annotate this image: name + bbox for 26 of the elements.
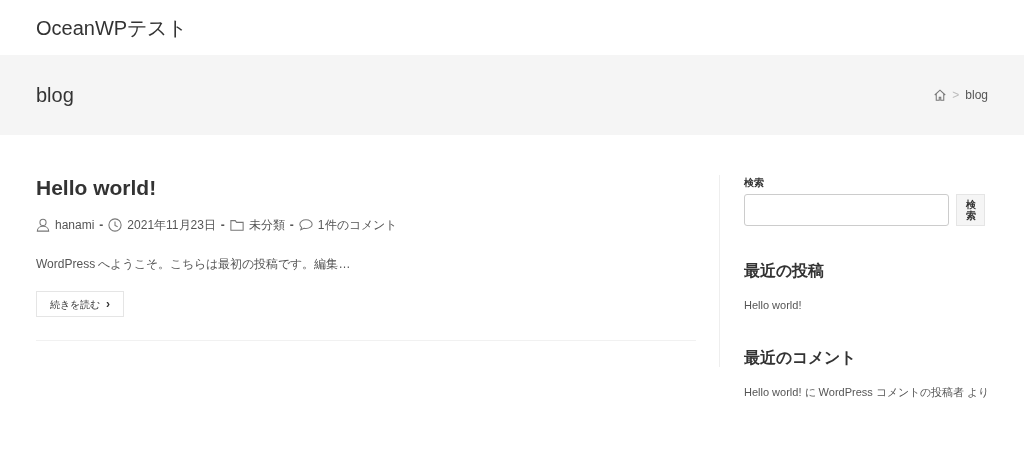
post-excerpt: WordPress へようこそ。こちらは最初の投稿です。編集…: [36, 256, 352, 273]
clock-icon: [108, 218, 123, 232]
search-button[interactable]: 検索: [956, 194, 985, 226]
speech-bubble-icon: [298, 218, 313, 232]
search-field[interactable]: [744, 194, 949, 226]
meta-text[interactable]: hanami: [55, 216, 95, 234]
user-icon: [36, 218, 50, 232]
search-label: 検索: [744, 176, 765, 190]
meta-separator: -: [99, 217, 104, 234]
recent-comment: Hello world! に WordPress コメントの投稿者 より: [744, 384, 985, 400]
breadcrumb-separator: >: [952, 87, 960, 104]
meta-text: 2021年11月23日: [127, 217, 216, 234]
meta-text[interactable]: 1件のコメント: [317, 216, 397, 234]
widget-title: 最近のコメント: [744, 347, 857, 368]
meta-separator: -: [289, 217, 294, 234]
home-icon[interactable]: [934, 89, 947, 101]
widget-title: 最近の投稿: [744, 261, 825, 281]
folder-icon: [229, 218, 244, 232]
page-title: blog: [36, 83, 74, 108]
recent-post-link[interactable]: Hello world!: [744, 297, 985, 314]
post-title[interactable]: Hello world!: [36, 175, 696, 201]
site-title[interactable]: OceanWPテスト: [36, 12, 188, 43]
meta-separator: -: [220, 217, 225, 234]
breadcrumb-current: blog: [965, 87, 988, 104]
meta-text[interactable]: 未分類: [248, 216, 285, 234]
read-more-button[interactable]: 続きを読む ›: [36, 291, 124, 317]
